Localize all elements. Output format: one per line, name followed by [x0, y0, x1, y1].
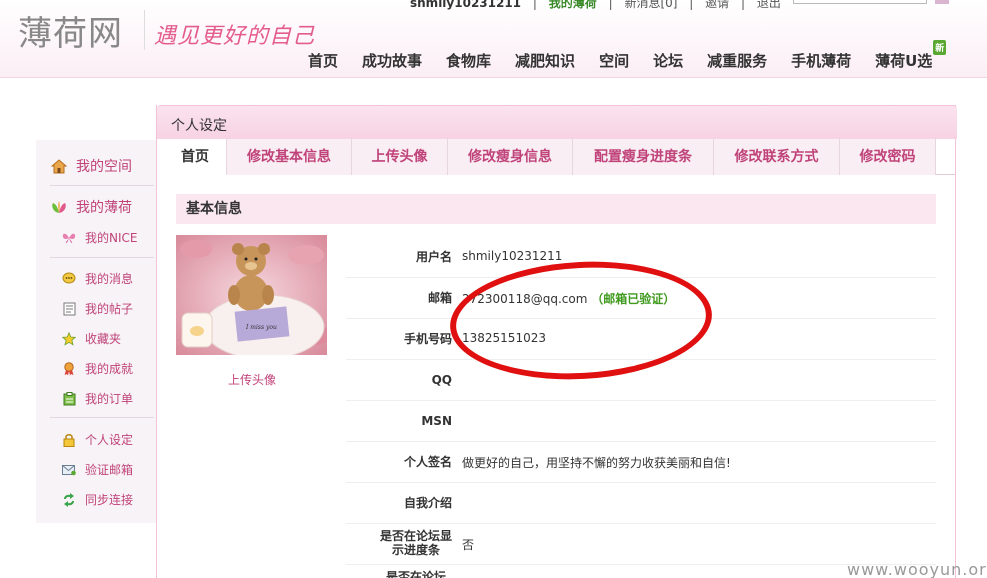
tab-edit-contact[interactable]: 修改联系方式 — [714, 139, 840, 175]
sidebar-item-label: 我的订单 — [85, 392, 134, 406]
top-search-input[interactable] — [792, 0, 927, 4]
sidebar-item-nice[interactable]: 我的NICE — [62, 229, 137, 246]
sidebar-item-personal-settings[interactable]: 个人设定 — [62, 431, 133, 448]
signature-value: 做更好的自己，用坚持不懈的努力收获美丽和自信! — [462, 456, 731, 470]
table-row: MSN — [346, 401, 936, 442]
show-progress-value: 否 — [462, 538, 475, 552]
tab-config-progress[interactable]: 配置瘦身进度条 — [573, 139, 714, 175]
topbar-messages[interactable]: 新消息[0] — [624, 0, 677, 10]
sidebar-item-label: 我的帖子 — [85, 302, 134, 316]
topbar-my-boohee[interactable]: 我的薄荷 — [549, 0, 597, 10]
nav-forum[interactable]: 论坛 — [653, 50, 683, 71]
avatar[interactable]: I miss you — [176, 235, 327, 355]
nav-space[interactable]: 空间 — [599, 50, 629, 71]
site-header: 薄荷网 遇见更好的自己 shmily10231211 | 我的薄荷 | 新消息[… — [0, 0, 987, 78]
topbar-username[interactable]: shmily10231211 — [410, 0, 521, 10]
sidebar-item-favorites[interactable]: 收藏夹 — [62, 330, 121, 347]
tab-change-password[interactable]: 修改密码 — [840, 139, 936, 175]
sidebar-item-label: 我的消息 — [85, 272, 134, 286]
page: 薄荷网 遇见更好的自己 shmily10231211 | 我的薄荷 | 新消息[… — [0, 0, 987, 578]
nav-mobile[interactable]: 手机薄荷 — [791, 50, 851, 71]
order-icon — [62, 391, 76, 406]
sync-icon — [62, 492, 76, 507]
main-nav: 首页 成功故事 食物库 减肥知识 空间 论坛 减重服务 手机薄荷 薄荷U选新 — [308, 40, 947, 71]
field-label: 邮箱 — [427, 291, 452, 305]
logo-divider — [144, 10, 145, 50]
tab-home[interactable]: 首页 — [164, 139, 227, 175]
nav-diet-knowledge[interactable]: 减肥知识 — [515, 50, 575, 71]
panel-header: 个人设定 — [157, 105, 957, 139]
field-label: MSN — [421, 414, 452, 428]
sidebar: 我的空间 我的薄荷 我的NICE 我的消息 我的帖子 收藏夹 我的成就 我的订单… — [36, 140, 156, 523]
topbar-invite[interactable]: 邀请 — [705, 0, 729, 10]
sidebar-item-label: 个人设定 — [85, 433, 134, 447]
top-search-button[interactable] — [934, 0, 949, 4]
upload-avatar-link[interactable]: 上传头像 — [157, 371, 347, 388]
sidebar-item-label: 同步连接 — [85, 493, 134, 507]
sidebar-item-label: 验证邮箱 — [85, 463, 134, 477]
watermark: www.wooyun.org — [847, 560, 987, 578]
field-label: 是否在论坛 — [385, 570, 446, 578]
nav-u-select[interactable]: 薄荷U选新 — [875, 40, 947, 71]
field-label: 自我介绍 — [403, 496, 452, 510]
avatar-card-text: I miss you — [245, 324, 277, 331]
nav-food-library[interactable]: 食物库 — [446, 50, 491, 71]
sidebar-item-posts[interactable]: 我的帖子 — [62, 300, 133, 317]
new-badge: 新 — [933, 40, 947, 55]
sidebar-divider — [50, 185, 154, 186]
username-value: shmily10231211 — [462, 249, 563, 263]
nav-u-select-label: 薄荷U选 — [875, 52, 933, 70]
tab-edit-basic-info[interactable]: 修改基本信息 — [227, 139, 352, 175]
sidebar-item-sync[interactable]: 同步连接 — [62, 491, 133, 508]
nav-home[interactable]: 首页 — [308, 50, 338, 71]
field-label: 用户名 — [415, 250, 452, 264]
sidebar-item-label: 我的NICE — [85, 231, 138, 245]
panel-title: 个人设定 — [171, 118, 227, 134]
table-row: 自我介绍 — [346, 483, 936, 524]
section-title: 基本信息 — [176, 194, 936, 224]
sidebar-item-my-boohee[interactable]: 我的薄荷 — [50, 197, 132, 217]
top-user-bar: shmily10231211 | 我的薄荷 | 新消息[0] | 邀请 | 退出 — [410, 0, 957, 10]
site-logo[interactable]: 薄荷网 — [18, 6, 123, 55]
sidebar-divider — [50, 417, 154, 418]
sidebar-item-verify-email[interactable]: 验证邮箱 — [62, 461, 133, 478]
message-icon — [62, 272, 76, 286]
medal-icon — [62, 361, 76, 376]
field-label: QQ — [431, 373, 452, 387]
topbar-logout[interactable]: 退出 — [757, 0, 781, 10]
table-row: 个人签名 做更好的自己，用坚持不懈的努力收获美丽和自信! — [346, 442, 936, 483]
topbar-sep: | — [741, 0, 746, 10]
tab-upload-avatar[interactable]: 上传头像 — [352, 139, 448, 175]
sidebar-item-messages[interactable]: 我的消息 — [62, 270, 133, 287]
home-icon — [50, 158, 68, 174]
sidebar-divider — [50, 257, 154, 258]
topbar-sep: | — [689, 0, 694, 10]
nav-success-stories[interactable]: 成功故事 — [362, 50, 422, 71]
star-icon — [62, 331, 76, 346]
table-row: 是否在论坛显示进度条 否 — [346, 524, 936, 565]
butterfly-icon — [62, 231, 76, 245]
sidebar-item-label: 收藏夹 — [85, 332, 122, 346]
lock-icon — [62, 433, 76, 447]
sidebar-item-label: 我的成就 — [85, 362, 134, 376]
sidebar-item-label: 我的空间 — [76, 159, 132, 175]
tab-edit-slim-info[interactable]: 修改瘦身信息 — [448, 139, 573, 175]
sidebar-item-orders[interactable]: 我的订单 — [62, 390, 133, 407]
mint-leaf-icon — [50, 199, 68, 215]
site-slogan: 遇见更好的自己 — [154, 24, 316, 49]
sidebar-item-my-space[interactable]: 我的空间 — [50, 156, 132, 176]
topbar-sep: | — [532, 0, 537, 10]
field-label: 手机号码 — [403, 332, 452, 346]
field-label: 个人签名 — [403, 455, 452, 469]
sidebar-item-achievements[interactable]: 我的成就 — [62, 360, 133, 377]
nav-weight-service[interactable]: 减重服务 — [707, 50, 767, 71]
field-label: 是否在论坛显示进度条 — [380, 529, 453, 557]
mail-icon — [62, 463, 76, 477]
settings-tabs: 首页 修改基本信息 上传头像 修改瘦身信息 配置瘦身进度条 修改联系方式 修改密… — [164, 139, 956, 175]
post-icon — [62, 302, 76, 316]
sidebar-item-label: 我的薄荷 — [76, 200, 132, 216]
topbar-sep: | — [608, 0, 613, 10]
